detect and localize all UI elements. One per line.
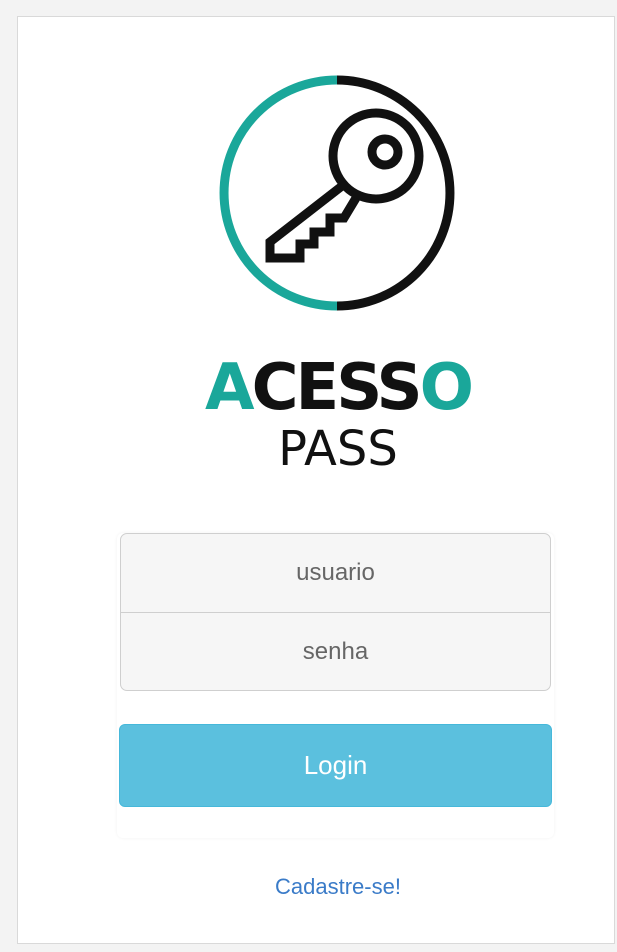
signup-link[interactable]: Cadastre-se! <box>178 874 498 900</box>
login-form: Login <box>117 533 554 838</box>
key-icon <box>219 75 455 311</box>
login-button[interactable]: Login <box>119 724 552 807</box>
login-card: ACESSO PASS Login Cadastre-se! <box>17 16 615 944</box>
brand-title: ACESSO <box>205 351 474 425</box>
brand-wordmark: ACESSO PASS <box>178 349 498 473</box>
password-input[interactable] <box>121 613 550 690</box>
username-input[interactable] <box>121 534 550 612</box>
input-group <box>120 533 551 691</box>
brand-subtitle: PASS <box>278 421 398 477</box>
